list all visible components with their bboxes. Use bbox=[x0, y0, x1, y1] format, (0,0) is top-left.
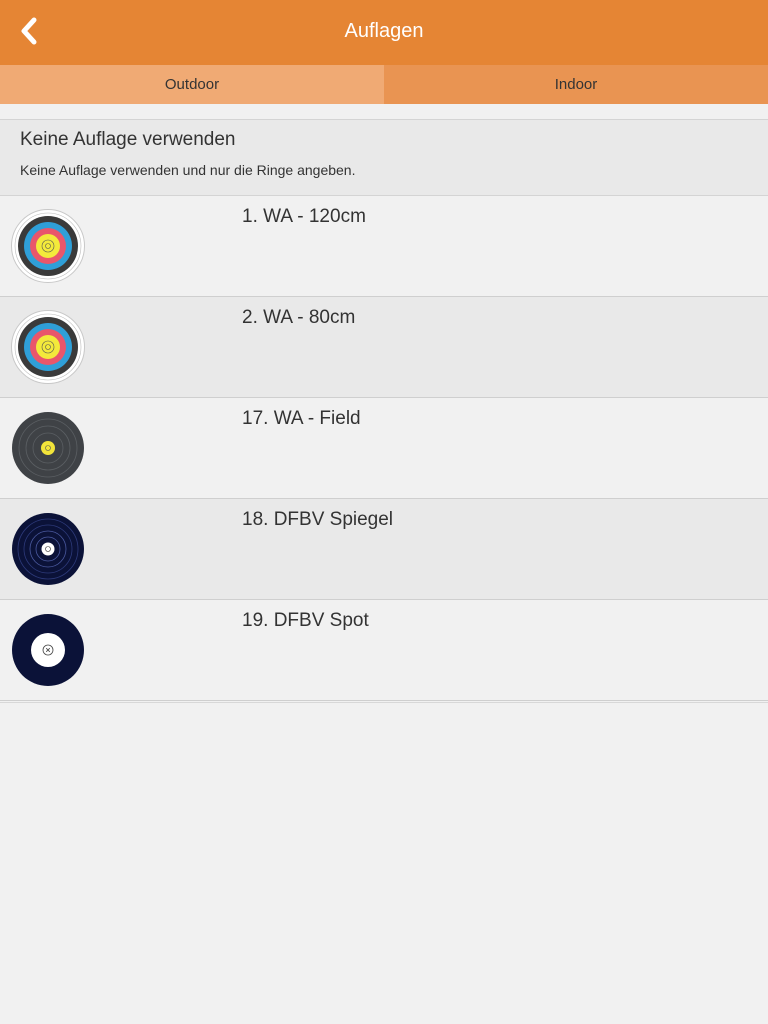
segmented-control: Outdoor Indoor bbox=[0, 65, 768, 104]
navigation-bar: Auflagen bbox=[0, 0, 768, 65]
no-target-subtitle: Keine Auflage verwenden und nur die Ring… bbox=[20, 162, 356, 178]
target-label: 17. WA - Field bbox=[242, 408, 361, 429]
wa-target-icon bbox=[11, 310, 85, 384]
tab-outdoor[interactable]: Outdoor bbox=[0, 65, 384, 104]
field-target-icon bbox=[12, 412, 84, 484]
target-list: 1. WA - 120cm 2. WA - 80cm 17. WA - Fiel… bbox=[0, 196, 768, 703]
target-label: 18. DFBV Spiegel bbox=[242, 509, 394, 530]
target-label: 19. DFBV Spot bbox=[242, 610, 369, 631]
no-target-title: Keine Auflage verwenden bbox=[20, 129, 236, 150]
list-item[interactable]: 2. WA - 80cm bbox=[0, 297, 768, 398]
list-item[interactable]: 1. WA - 120cm bbox=[0, 196, 768, 297]
target-label: 2. WA - 80cm bbox=[242, 307, 356, 328]
page-title: Auflagen bbox=[344, 20, 424, 42]
list-item[interactable]: 18. DFBV Spiegel bbox=[0, 499, 768, 600]
dfbv-spiegel-target-icon bbox=[12, 513, 84, 585]
list-item[interactable]: 19. DFBV Spot bbox=[0, 600, 768, 701]
list-item[interactable]: 17. WA - Field bbox=[0, 398, 768, 499]
list-end-divider bbox=[0, 701, 768, 703]
dfbv-spot-target-icon bbox=[12, 614, 84, 686]
wa-target-icon bbox=[11, 209, 85, 283]
target-label: 1. WA - 120cm bbox=[242, 206, 366, 227]
tab-indoor[interactable]: Indoor bbox=[384, 65, 768, 104]
no-target-option[interactable]: Keine Auflage verwenden Keine Auflage ve… bbox=[0, 119, 768, 196]
